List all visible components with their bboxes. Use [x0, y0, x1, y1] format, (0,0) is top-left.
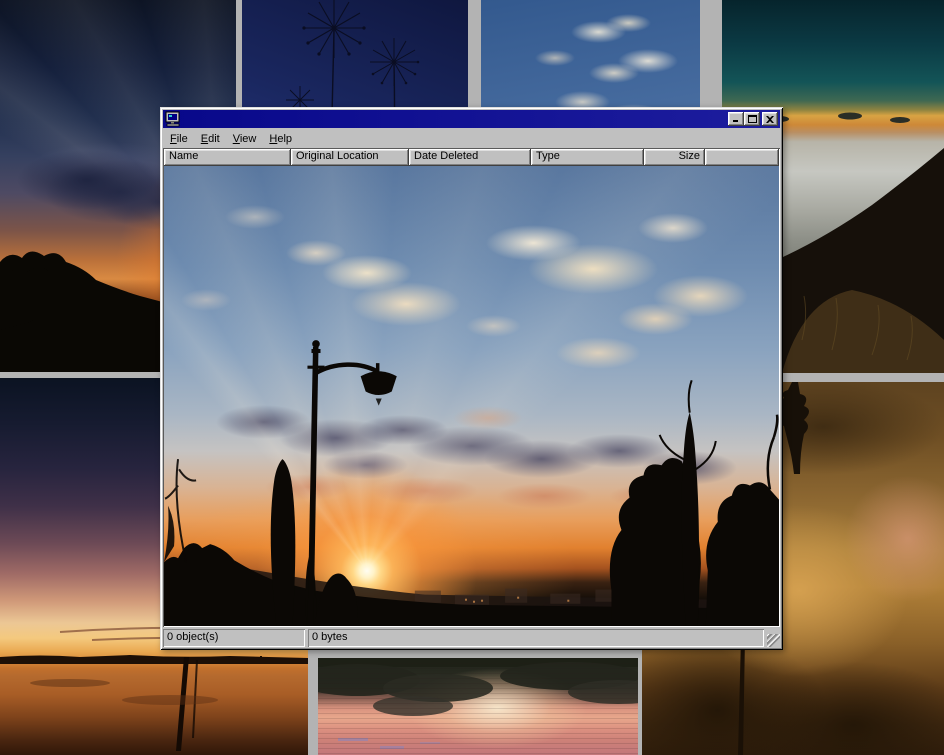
column-header-row: NameOriginal LocationDate DeletedTypeSiz…	[164, 149, 779, 166]
status-panes: 0 object(s)0 bytes	[163, 629, 764, 647]
menu-item-edit[interactable]: Edit	[195, 131, 227, 147]
status-pane-objects: 0 object(s)	[163, 629, 305, 647]
foreground-silhouettes	[164, 166, 779, 626]
minimize-button[interactable]	[728, 112, 744, 126]
column-header-filler	[705, 149, 779, 166]
maximize-button[interactable]	[744, 112, 760, 126]
column-header-name[interactable]: Name	[164, 149, 291, 166]
minimize-icon	[732, 115, 741, 123]
column-header-type[interactable]: Type	[531, 149, 644, 166]
recycle-window: FileEditViewHelp NameOriginal LocationDa…	[160, 107, 783, 650]
wallpaper-water-reflections-photo	[318, 658, 638, 755]
close-button[interactable]	[762, 112, 778, 126]
menu-item-file[interactable]: File	[164, 131, 195, 147]
resize-grip[interactable]	[767, 634, 780, 647]
status-bar: 0 object(s)0 bytes	[163, 629, 780, 647]
maximize-icon	[748, 115, 757, 123]
reflection-silhouette	[318, 658, 638, 755]
menu-item-view[interactable]: View	[227, 131, 264, 147]
status-pane-bytes: 0 bytes	[308, 629, 764, 647]
menu-bar: FileEditViewHelp	[163, 129, 780, 148]
column-header-date-deleted[interactable]: Date Deleted	[409, 149, 531, 166]
folder-background-photo	[164, 166, 779, 626]
close-icon	[766, 116, 774, 123]
column-header-size[interactable]: Size	[644, 149, 705, 166]
list-view[interactable]: NameOriginal LocationDate DeletedTypeSiz…	[163, 148, 780, 627]
computer-icon	[165, 111, 181, 127]
menu-item-help[interactable]: Help	[263, 131, 299, 147]
title-bar[interactable]	[163, 110, 780, 128]
column-header-original-location[interactable]: Original Location	[291, 149, 409, 166]
